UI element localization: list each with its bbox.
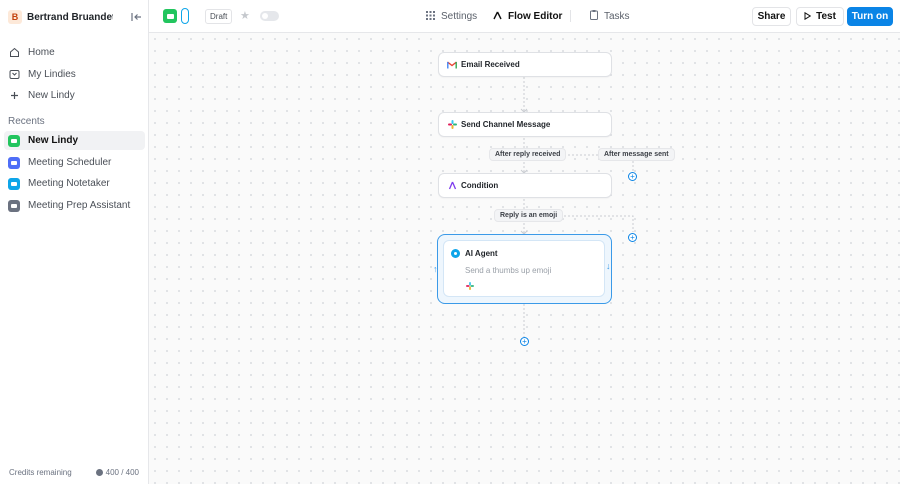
enable-toggle[interactable] [260, 11, 279, 21]
sidebar-item-label: New Lindy [28, 89, 75, 101]
recent-item-label: Meeting Scheduler [28, 157, 112, 168]
node-email-received[interactable]: Email Received [438, 52, 612, 77]
play-icon [804, 11, 812, 22]
add-step-button[interactable]: + [520, 337, 529, 346]
sidebar-item-my-lindies[interactable]: My Lindies [4, 64, 144, 84]
top-bar: Draft ★ Settings Flow Editor Tasks Share… [149, 0, 900, 33]
tab-flow-editor[interactable]: Flow Editor [493, 8, 562, 25]
slack-icon [447, 120, 457, 130]
condition-icon [447, 181, 457, 191]
grid-icon [426, 10, 435, 23]
credits-value: 400 / 400 [105, 468, 139, 477]
ai-agent-header: AI Agent [451, 249, 498, 258]
tab-tasks[interactable]: Tasks [590, 8, 630, 25]
edge-label-after-reply[interactable]: After reply received [489, 148, 567, 161]
loop-out-arrow-icon: ↓ [606, 261, 611, 271]
lindy-app-icon[interactable] [163, 9, 177, 23]
add-step-button[interactable]: + [628, 233, 637, 242]
star-icon[interactable]: ★ [240, 9, 250, 23]
tab-divider [570, 10, 571, 22]
tab-settings[interactable]: Settings [426, 8, 477, 25]
sidebar-item-home[interactable]: Home [4, 42, 144, 62]
recent-item-new-lindy[interactable]: New Lindy [4, 131, 145, 150]
turn-on-button[interactable]: Turn on [847, 7, 893, 26]
recent-item-label: Meeting Prep Assistant [28, 200, 131, 211]
gmail-icon [447, 60, 457, 70]
sidebar-item-label: Home [28, 46, 55, 58]
test-button[interactable]: Test [796, 7, 844, 26]
tab-label: Tasks [604, 11, 630, 22]
node-title: AI Agent [465, 249, 498, 258]
flow-icon [493, 11, 502, 23]
sidebar: B Bertrand Bruandet's Wo Home My Lindies… [0, 0, 149, 484]
recent-item-meeting-prep-assistant[interactable]: Meeting Prep Assistant [4, 196, 145, 215]
lindy-app-icon [8, 177, 20, 190]
recent-item-label: New Lindy [28, 135, 79, 146]
node-title: Send Channel Message [461, 120, 551, 129]
node-title: Email Received [461, 60, 520, 69]
credits-icon [95, 469, 103, 476]
node-ai-agent[interactable]: AI Agent Send a thumbs up emoji ↑ ↓ [433, 234, 612, 304]
credits-label: Credits remaining [9, 468, 72, 477]
edge-label-reply-emoji[interactable]: Reply is an emoji [494, 209, 564, 222]
ai-agent-icon [451, 249, 460, 258]
tab-label: Flow Editor [508, 11, 563, 22]
recent-item-meeting-scheduler[interactable]: Meeting Scheduler [4, 153, 145, 172]
clipboard-icon [590, 10, 598, 23]
lindy-app-icon [8, 199, 20, 212]
lindy-app-icon [8, 134, 20, 147]
workspace-switcher[interactable]: B Bertrand Bruandet's Wo [8, 9, 144, 25]
status-pill-icon [181, 8, 189, 24]
workspace-name: Bertrand Bruandet's Wo [27, 11, 113, 23]
sidebar-item-label: My Lindies [28, 68, 76, 80]
home-icon [8, 46, 20, 58]
edge-label-after-sent[interactable]: After message sent [598, 148, 675, 161]
lindy-app-icon [8, 156, 20, 169]
credits-count: 400 / 400 [95, 468, 139, 477]
ai-agent-prompt: Send a thumbs up emoji [465, 266, 552, 275]
folder-icon [8, 68, 20, 80]
tab-label: Settings [441, 11, 478, 22]
node-condition[interactable]: Condition [438, 173, 612, 198]
node-title: Condition [461, 181, 499, 190]
collapse-sidebar-icon[interactable] [128, 9, 144, 25]
slack-icon [466, 282, 474, 290]
draft-badge: Draft [205, 9, 233, 24]
recents-heading: Recents [8, 116, 45, 127]
workspace-avatar: B [8, 10, 22, 24]
sidebar-item-new-lindy[interactable]: New Lindy [4, 85, 144, 105]
loop-in-arrow-icon: ↑ [433, 264, 438, 274]
plus-icon [8, 89, 20, 101]
flow-canvas[interactable]: Email Received Send Channel Message Afte… [149, 33, 900, 484]
ai-agent-card[interactable]: AI Agent Send a thumbs up emoji [443, 240, 605, 297]
recent-item-label: Meeting Notetaker [28, 178, 110, 189]
node-send-channel-message[interactable]: Send Channel Message [438, 112, 612, 137]
test-label: Test [816, 11, 836, 22]
share-button[interactable]: Share [752, 7, 791, 26]
add-step-button[interactable]: + [628, 172, 637, 181]
recent-item-meeting-notetaker[interactable]: Meeting Notetaker [4, 174, 145, 193]
